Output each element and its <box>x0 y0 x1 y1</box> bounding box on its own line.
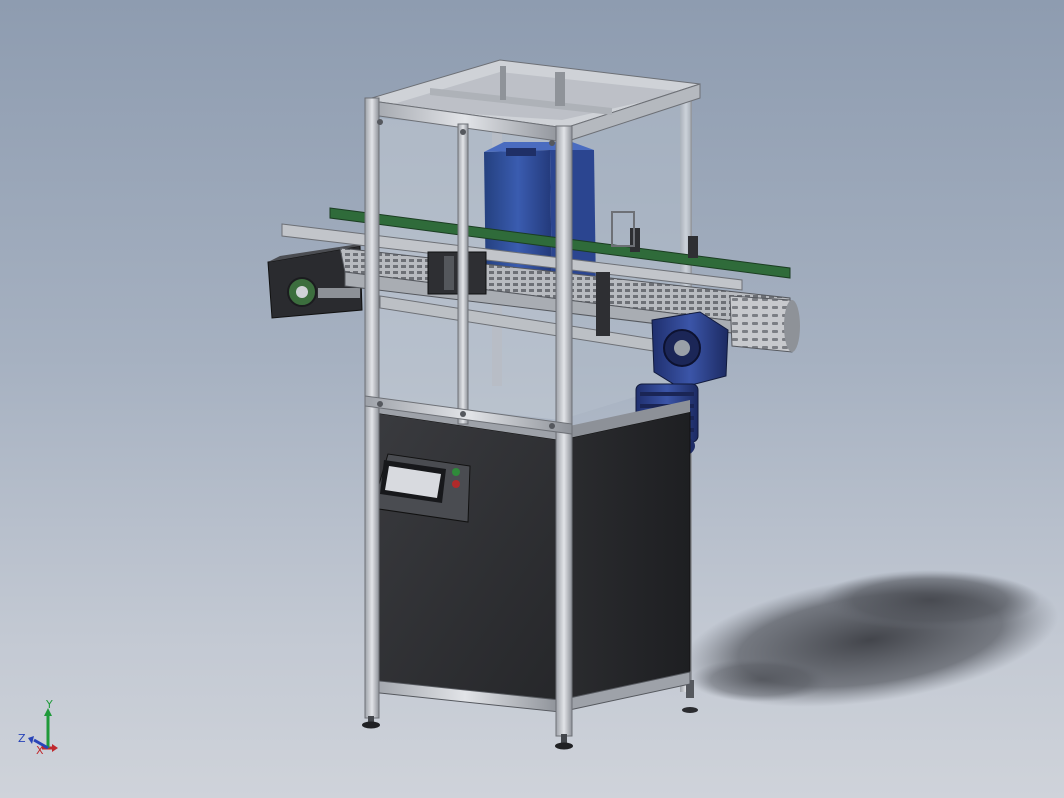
y-axis-label: Y <box>45 698 53 711</box>
floor-shadow <box>681 570 1059 707</box>
machine-scene: Y Z X <box>18 59 1059 757</box>
coordinate-triad[interactable]: Y Z X <box>18 698 58 757</box>
z-axis-label: Z <box>18 732 26 745</box>
cabinet <box>369 400 691 713</box>
cad-viewport[interactable]: Y Z X <box>0 0 1064 798</box>
x-axis-arrowhead <box>52 744 58 752</box>
z-axis-arrowhead <box>28 736 34 744</box>
x-axis-label: X <box>36 744 44 757</box>
